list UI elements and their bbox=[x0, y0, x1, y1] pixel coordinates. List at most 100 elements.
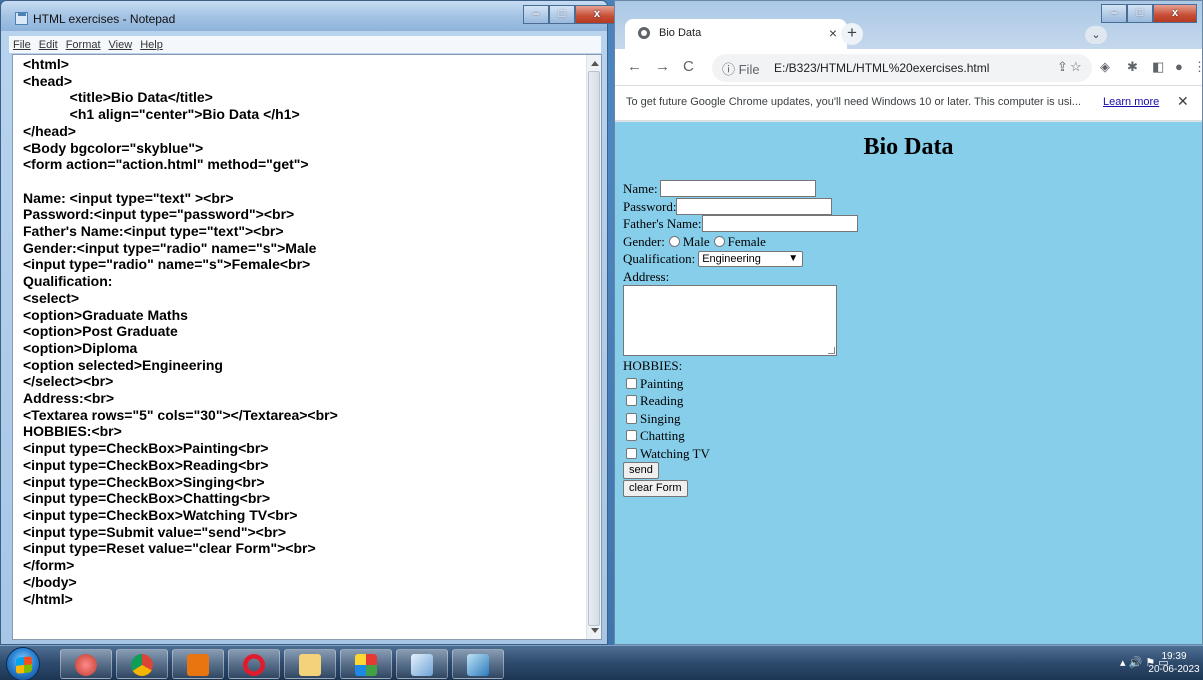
infobar-close-icon[interactable]: ✕ bbox=[1177, 93, 1189, 110]
code-line: <input type="radio" name="s">Female<br> bbox=[23, 256, 311, 273]
tab-search-button[interactable]: ⌄ bbox=[1085, 26, 1107, 44]
clock[interactable]: 19:39 20-06-2023 bbox=[1148, 650, 1200, 676]
code-line: <input type=Submit value="send"><br> bbox=[23, 523, 287, 540]
taskbar-app-8[interactable] bbox=[452, 649, 504, 679]
taskbar-chrome[interactable] bbox=[116, 649, 168, 679]
name-input[interactable] bbox=[659, 180, 816, 198]
taskbar-notepad[interactable] bbox=[396, 649, 448, 679]
chrome-minimize-button[interactable]: – bbox=[1101, 4, 1127, 23]
code-line: <option>Post Graduate bbox=[23, 323, 178, 340]
learn-more-link[interactable]: Learn more bbox=[1103, 96, 1159, 108]
code-line: <input type=CheckBox>Watching TV<br> bbox=[23, 506, 298, 523]
chrome-close-button[interactable]: x bbox=[1153, 4, 1197, 23]
code-line: <input type=CheckBox>Singing<br> bbox=[23, 473, 265, 490]
qualification-select[interactable]: Engineering ▼ bbox=[698, 250, 804, 267]
address-label: Address: bbox=[623, 268, 670, 284]
code-line: <form action="action.html" method="get"> bbox=[23, 156, 309, 173]
chatting-label: Chatting bbox=[640, 428, 685, 443]
scroll-thumb[interactable] bbox=[588, 71, 600, 626]
start-button[interactable] bbox=[6, 647, 40, 680]
painting-checkbox[interactable] bbox=[626, 377, 637, 389]
code-line: <option selected>Engineering bbox=[23, 356, 223, 373]
female-label: Female bbox=[727, 233, 766, 249]
forward-arrow-icon[interactable]: → bbox=[655, 58, 670, 75]
qualification-label: Qualification: bbox=[623, 251, 696, 266]
menu-file[interactable]: File bbox=[13, 39, 31, 51]
clock-time: 19:39 bbox=[1161, 651, 1187, 662]
bookmark-star-icon[interactable]: ☆ bbox=[1070, 59, 1082, 75]
taskbar-opera[interactable] bbox=[228, 649, 280, 679]
extensions-icon[interactable]: ✱ bbox=[1127, 59, 1138, 75]
female-radio[interactable] bbox=[713, 235, 725, 247]
code-line: <input type=CheckBox>Chatting<br> bbox=[23, 490, 270, 507]
new-tab-button[interactable]: + bbox=[841, 23, 863, 45]
code-line: <head> bbox=[23, 72, 73, 89]
notepad-window: HTML exercises - Notepad – □ x File Edit… bbox=[0, 0, 619, 645]
code-line: <input type=Reset value="clear Form"><br… bbox=[23, 540, 316, 557]
shield-icon[interactable]: ◈ bbox=[1100, 59, 1110, 75]
back-arrow-icon[interactable]: ← bbox=[627, 58, 642, 75]
gender-label: Gender: bbox=[623, 233, 665, 249]
app-grid-icon bbox=[355, 654, 377, 676]
tab-close-icon[interactable]: × bbox=[829, 25, 837, 41]
father-name-label: Father's Name: bbox=[623, 216, 702, 231]
father-name-input[interactable] bbox=[701, 215, 858, 233]
code-line: Name: <input type="text" ><br> bbox=[23, 189, 234, 206]
taskbar-app-3[interactable] bbox=[172, 649, 224, 679]
folder-icon bbox=[299, 654, 321, 676]
password-input[interactable] bbox=[676, 197, 833, 215]
code-line: <select> bbox=[23, 289, 80, 306]
name-label: Name: bbox=[623, 181, 658, 196]
watching-tv-checkbox[interactable] bbox=[626, 447, 637, 459]
opera-icon bbox=[243, 654, 265, 676]
male-radio[interactable] bbox=[668, 235, 680, 247]
qualification-selected: Engineering bbox=[702, 252, 761, 265]
password-label: Password: bbox=[623, 198, 677, 214]
reload-icon[interactable]: C bbox=[683, 58, 694, 75]
code-line: <Body bgcolor="skyblue"> bbox=[23, 139, 204, 156]
maximize-button[interactable]: □ bbox=[549, 5, 575, 24]
code-line: HOBBIES:<br> bbox=[23, 423, 122, 440]
menu-dots-icon[interactable]: ⋮ bbox=[1193, 59, 1203, 75]
code-line: </html> bbox=[23, 590, 73, 607]
taskbar-snipping-tool[interactable] bbox=[60, 649, 112, 679]
singing-checkbox[interactable] bbox=[626, 412, 637, 424]
page-viewport: Bio Data Name: Password: Father's Name: … bbox=[615, 122, 1202, 644]
menu-edit[interactable]: Edit bbox=[39, 39, 58, 51]
url-text[interactable]: E:/B323/HTML/HTML%20exercises.html bbox=[774, 61, 989, 75]
code-line: </form> bbox=[23, 557, 75, 574]
vertical-scrollbar[interactable] bbox=[586, 55, 601, 639]
tab-bio-data[interactable]: Bio Data × bbox=[625, 19, 847, 49]
menu-view[interactable]: View bbox=[109, 39, 133, 51]
chatting-checkbox[interactable] bbox=[626, 430, 637, 442]
side-panel-icon[interactable]: ◧ bbox=[1152, 59, 1164, 75]
code-line: Password:<input type="password"><br> bbox=[23, 206, 295, 223]
code-line: Father's Name:<input type="text"><br> bbox=[23, 223, 284, 240]
clear-form-button[interactable]: clear Form bbox=[623, 479, 688, 497]
browser-toolbar: ← → C ⓘ File E:/B323/HTML/HTML%20exercis… bbox=[615, 49, 1203, 85]
reading-checkbox[interactable] bbox=[626, 395, 637, 407]
taskbar-explorer[interactable] bbox=[284, 649, 336, 679]
notepad-titlebar[interactable]: HTML exercises - Notepad – □ x bbox=[1, 1, 619, 31]
scroll-up-arrow-icon[interactable] bbox=[591, 61, 599, 66]
code-line: <title>Bio Data</title> bbox=[23, 89, 213, 106]
notepad-editor[interactable]: <html> <head> <title>Bio Data</title> <h1… bbox=[12, 54, 602, 640]
notepad-taskbar-icon bbox=[411, 654, 433, 676]
code-text[interactable]: <html> <head> <title>Bio Data</title> <h1… bbox=[23, 56, 578, 607]
male-label: Male bbox=[682, 233, 710, 249]
taskbar-app-6[interactable] bbox=[340, 649, 392, 679]
chrome-maximize-button[interactable]: □ bbox=[1127, 4, 1153, 23]
minimize-button[interactable]: – bbox=[523, 5, 549, 24]
menu-format[interactable]: Format bbox=[66, 39, 101, 51]
site-info-icon[interactable]: ⓘ File bbox=[722, 59, 760, 78]
menu-help[interactable]: Help bbox=[140, 39, 163, 51]
address-textarea[interactable] bbox=[623, 285, 837, 356]
scroll-down-arrow-icon[interactable] bbox=[591, 628, 599, 633]
close-button[interactable]: x bbox=[575, 5, 619, 24]
profile-icon[interactable]: ● bbox=[1175, 59, 1183, 74]
page-heading: Bio Data bbox=[863, 134, 954, 160]
address-bar[interactable]: ⓘ File E:/B323/HTML/HTML%20exercises.htm… bbox=[712, 54, 1092, 82]
share-icon[interactable]: ⇪ bbox=[1057, 59, 1068, 75]
send-button[interactable]: send bbox=[623, 462, 659, 480]
